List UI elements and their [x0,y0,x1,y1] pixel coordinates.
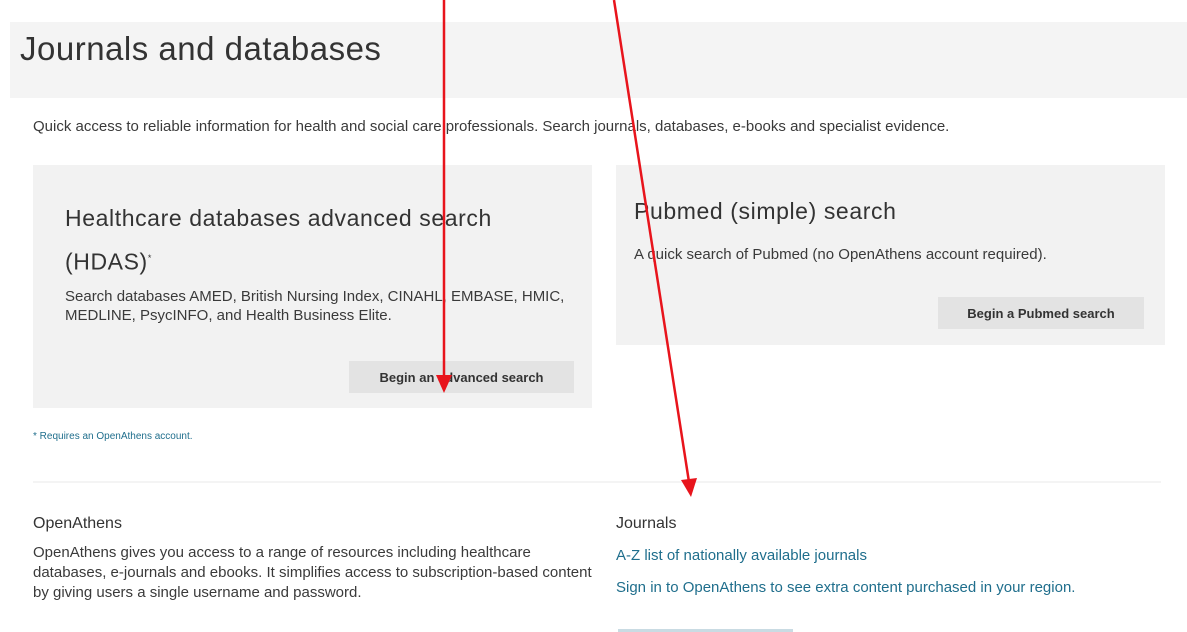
begin-advanced-search-button[interactable]: Begin an advanced search [349,361,574,393]
page-title: Journals and databases [20,30,382,67]
partially-visible-link[interactable] [618,620,793,632]
begin-pubmed-search-button[interactable]: Begin a Pubmed search [938,297,1144,329]
hdas-title-marker: * [147,253,152,263]
intro-text: Quick access to reliable information for… [33,118,950,135]
section-divider [33,481,1161,483]
openathens-heading: OpenAthens [33,515,122,532]
pubmed-panel: Pubmed (simple) search A quick search of… [616,165,1165,345]
hdas-title-text: Healthcare databases advanced search (HD… [65,205,492,275]
hdas-description: Search databases AMED, British Nursing I… [65,288,565,324]
hdas-title: Healthcare databases advanced search (HD… [65,198,585,282]
openathens-signin-link[interactable]: Sign in to OpenAthens to see extra conte… [616,578,1086,598]
pubmed-title: Pubmed (simple) search [634,198,897,224]
pubmed-description: A quick search of Pubmed (no OpenAthens … [634,246,1047,263]
az-journals-link[interactable]: A-Z list of nationally available journal… [616,546,1086,566]
hdas-panel: Healthcare databases advanced search (HD… [33,165,592,408]
openathens-footnote: * Requires an OpenAthens account. [33,431,193,442]
journals-heading: Journals [616,515,677,532]
openathens-description: OpenAthens gives you access to a range o… [33,544,592,601]
